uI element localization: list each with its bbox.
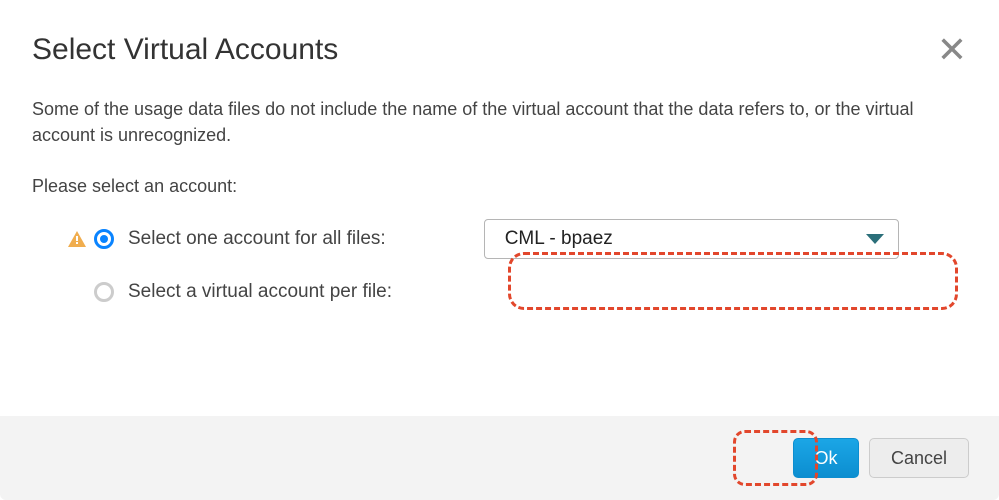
- prompt-text: Please select an account:: [32, 176, 967, 197]
- ok-button[interactable]: Ok: [793, 438, 859, 478]
- modal-title: Select Virtual Accounts: [32, 33, 338, 67]
- modal-container: Select Virtual Accounts ✕ Some of the us…: [0, 0, 999, 500]
- warning-icon: [68, 231, 86, 247]
- close-icon[interactable]: ✕: [937, 32, 967, 68]
- option-per-file: Select a virtual account per file:: [68, 281, 967, 303]
- options-group: Select one account for all files: CML - …: [32, 219, 967, 303]
- modal-header: Select Virtual Accounts ✕: [0, 0, 999, 68]
- modal-footer: Ok Cancel: [0, 416, 999, 500]
- account-dropdown[interactable]: CML - bpaez: [484, 219, 899, 259]
- option-one-for-all-label: Select one account for all files:: [128, 228, 386, 250]
- option-one-for-all: Select one account for all files: CML - …: [68, 219, 967, 259]
- chevron-down-icon: [866, 234, 884, 244]
- dropdown-wrap: CML - bpaez: [484, 219, 899, 259]
- radio-one-for-all[interactable]: [94, 229, 114, 249]
- radio-per-file[interactable]: [94, 282, 114, 302]
- option-per-file-label: Select a virtual account per file:: [128, 281, 392, 303]
- description-text: Some of the usage data files do not incl…: [32, 96, 967, 148]
- dropdown-selected-value: CML - bpaez: [505, 228, 613, 250]
- cancel-button[interactable]: Cancel: [869, 438, 969, 478]
- modal-body: Some of the usage data files do not incl…: [0, 68, 999, 416]
